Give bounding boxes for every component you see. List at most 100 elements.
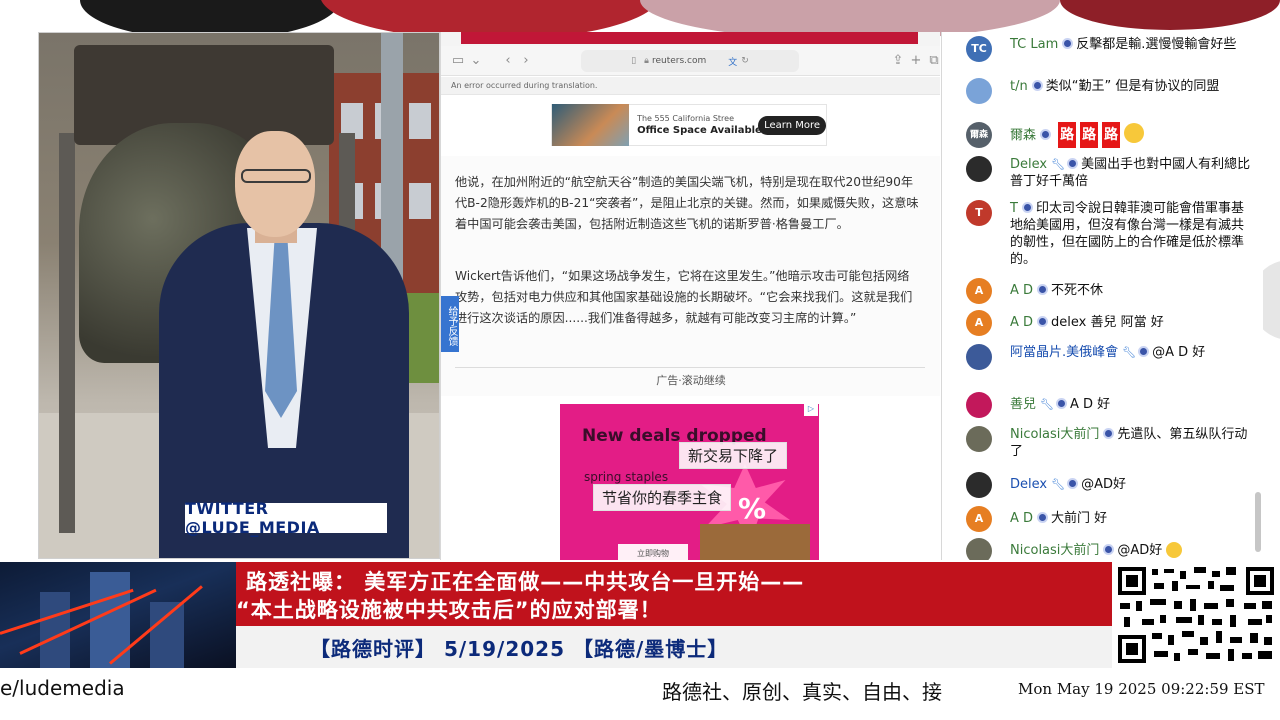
member-badge-icon [1037, 316, 1049, 327]
chat-author[interactable]: t/n [1010, 79, 1028, 94]
avatar[interactable] [966, 472, 992, 498]
avatar[interactable] [966, 426, 992, 452]
host-video-feed [38, 32, 440, 559]
chat-author[interactable]: 善兒 [1010, 397, 1036, 412]
ad-address-text: The 555 California Stree [637, 114, 735, 123]
wrench-icon: 🔧︎ [1051, 478, 1066, 491]
member-badge-icon [1067, 158, 1079, 169]
avatar[interactable]: T [966, 200, 992, 226]
percent-sign: % [738, 492, 767, 525]
new-tab-icon[interactable]: + [907, 53, 925, 68]
article-body: 他说，在加州附近的“航空航天谷”制造的美国尖端飞机，特别是现在取代20世纪90年… [441, 156, 940, 396]
chat-text: delex 善兒 阿當 好 [1051, 315, 1164, 330]
host-head [235, 131, 315, 237]
twitter-handle-label: TWITTER @LUDE_MEDIA [185, 499, 387, 537]
article-paragraph: Wickert告诉他们，“如果这场战争发生，它将在这里发生。”他暗示攻击可能包括… [455, 269, 913, 325]
chat-text: 不死不休 [1051, 283, 1104, 298]
avatar[interactable] [966, 392, 992, 418]
adchoices-icon[interactable]: ▷ [804, 404, 818, 416]
bear-emoji-icon [1166, 542, 1183, 558]
share-icon[interactable]: ⇪ [889, 53, 907, 68]
address-bar[interactable]: ▯ 🔒︎ reuters.com 文 ↻ [581, 50, 799, 72]
city-graphic [0, 562, 236, 668]
feedback-side-tab[interactable]: 给予反馈 [441, 296, 459, 352]
chat-message: T T 印太司令說日韓菲澳可能會借軍事基地給美國用，但沒有像台灣一樣是有滅共的韌性… [966, 200, 1256, 268]
member-badge-icon [1138, 346, 1150, 357]
chat-author[interactable]: A D [1010, 283, 1033, 298]
chat-message: 爾森 爾森 路路路 [966, 122, 1256, 148]
chat-author[interactable]: A D [1010, 511, 1033, 526]
translate-icon[interactable]: 文 [728, 55, 737, 68]
forward-arrow-icon[interactable]: › [517, 53, 535, 68]
chat-text: 类似“勤王” 但是有协议的同盟 [1045, 79, 1220, 94]
member-badge-icon [1040, 129, 1052, 140]
chat-message: Delex 🔧︎ 美國出手也對中國人有利總比普丁好千萬倍 [966, 156, 1256, 190]
browser-top-strip [441, 32, 940, 46]
member-badge-icon [1067, 478, 1079, 489]
chat-text: 反擊都是輸.選慢慢輸會好些 [1076, 37, 1237, 52]
avatar[interactable]: 爾森 [966, 122, 992, 148]
top-banner-ad[interactable]: The 555 California Stree Office Space Av… [551, 104, 827, 146]
member-badge-icon [1055, 398, 1067, 409]
translation-overlay: 节省你的春季主食 [593, 484, 732, 511]
avatar[interactable]: A [966, 278, 992, 304]
host-glasses [241, 169, 311, 183]
wrench-icon: 🔧︎ [1122, 346, 1137, 359]
browser-toolbar: ▭ ⌄ ‹ › ▯ 🔒︎ reuters.com 文 ↻ ⇪ + ⧉ [441, 46, 940, 76]
lower-third-banner: 路透社曝： 美军方正在全面做——中共攻台一旦开始—— “本土战略设施被中共攻击后… [0, 562, 1280, 668]
chat-author[interactable]: T [1010, 201, 1018, 216]
member-badge-icon [1021, 202, 1033, 213]
browser-window: ▭ ⌄ ‹ › ▯ 🔒︎ reuters.com 文 ↻ ⇪ + ⧉ An er… [440, 32, 940, 560]
avatar[interactable]: A [966, 310, 992, 336]
chat-author[interactable]: TC Lam [1010, 37, 1058, 52]
chevron-down-icon[interactable]: ⌄ [467, 53, 485, 68]
chat-author[interactable]: Delex [1010, 477, 1047, 492]
address-bar-url: reuters.com [651, 56, 707, 66]
ticker-slogan: 路德社、原创、真实、自由、接 [662, 680, 942, 704]
avatar[interactable] [966, 344, 992, 370]
deals-ad[interactable]: New deals dropped spring staples % 立即购物 [560, 404, 819, 560]
clock-readout: Mon May 19 2025 09:22:59 EST [1018, 680, 1265, 698]
chat-message: 阿當晶片.美俄峰會 🔧︎ @A D 好 [966, 344, 1256, 370]
chat-author[interactable]: Nicolasi大前门 [1010, 427, 1099, 442]
chat-text: @AD好 [1081, 477, 1126, 492]
translation-error-bar: An error occurred during translation. [441, 77, 940, 95]
road-sticker: 路 [1058, 122, 1077, 148]
chat-message: 善兒 🔧︎ A D 好 [966, 392, 1256, 418]
avatar[interactable]: A [966, 506, 992, 532]
chat-text: @AD好 [1117, 543, 1163, 558]
member-badge-icon [1031, 80, 1043, 91]
chat-message: Delex 🔧︎ @AD好 [966, 472, 1256, 498]
lock-icon: 🔒︎ [644, 56, 649, 66]
bottom-ticker: e/ludemedia 路德社、原创、真实、自由、接 Mon May 19 20… [0, 670, 1280, 720]
learn-more-button[interactable]: Learn More [758, 115, 826, 135]
chat-author[interactable]: Delex [1010, 157, 1047, 172]
shop-now-button[interactable]: 立即购物 [618, 544, 688, 560]
member-badge-icon [1037, 284, 1049, 295]
headline-line-1: 路透社曝： 美军方正在全面做——中共攻台一旦开始—— [246, 570, 805, 594]
page-icon: ▯ [631, 56, 637, 66]
chat-scrollbar[interactable] [1255, 492, 1261, 552]
chat-text: 印太司令說日韓菲澳可能會借軍事基地給美國用，但沒有像台灣一樣是有滅共的韌性，但在… [1010, 201, 1245, 267]
tabs-overview-icon[interactable]: ⧉ [925, 53, 940, 68]
avatar[interactable] [966, 78, 992, 104]
chat-author[interactable]: A D [1010, 315, 1033, 330]
sidebar-toggle-icon[interactable]: ▭ [449, 53, 467, 68]
chat-author[interactable]: 阿當晶片.美俄峰會 [1010, 345, 1118, 360]
chat-author[interactable]: 爾森 [1010, 128, 1036, 143]
qr-code [1112, 562, 1280, 668]
avatar[interactable] [966, 156, 992, 182]
avatar[interactable] [966, 538, 992, 560]
chat-message: Nicolasi大前门 @AD好 [966, 538, 1256, 560]
chat-author[interactable]: Nicolasi大前门 [1010, 543, 1099, 558]
back-arrow-icon[interactable]: ‹ [499, 53, 517, 68]
avatar[interactable]: TC [966, 36, 992, 62]
ad-building-image [552, 104, 630, 146]
backdrop-swirl [1060, 0, 1280, 30]
chat-text: @A D 好 [1152, 345, 1206, 360]
reload-icon[interactable]: ↻ [741, 56, 749, 66]
translation-error-text: An error occurred during translation. [451, 81, 598, 90]
translation-overlay: 新交易下降了 [679, 442, 788, 469]
muscle-emoji-icon [1124, 123, 1145, 143]
chat-message: A A D 大前门 好 [966, 506, 1256, 532]
